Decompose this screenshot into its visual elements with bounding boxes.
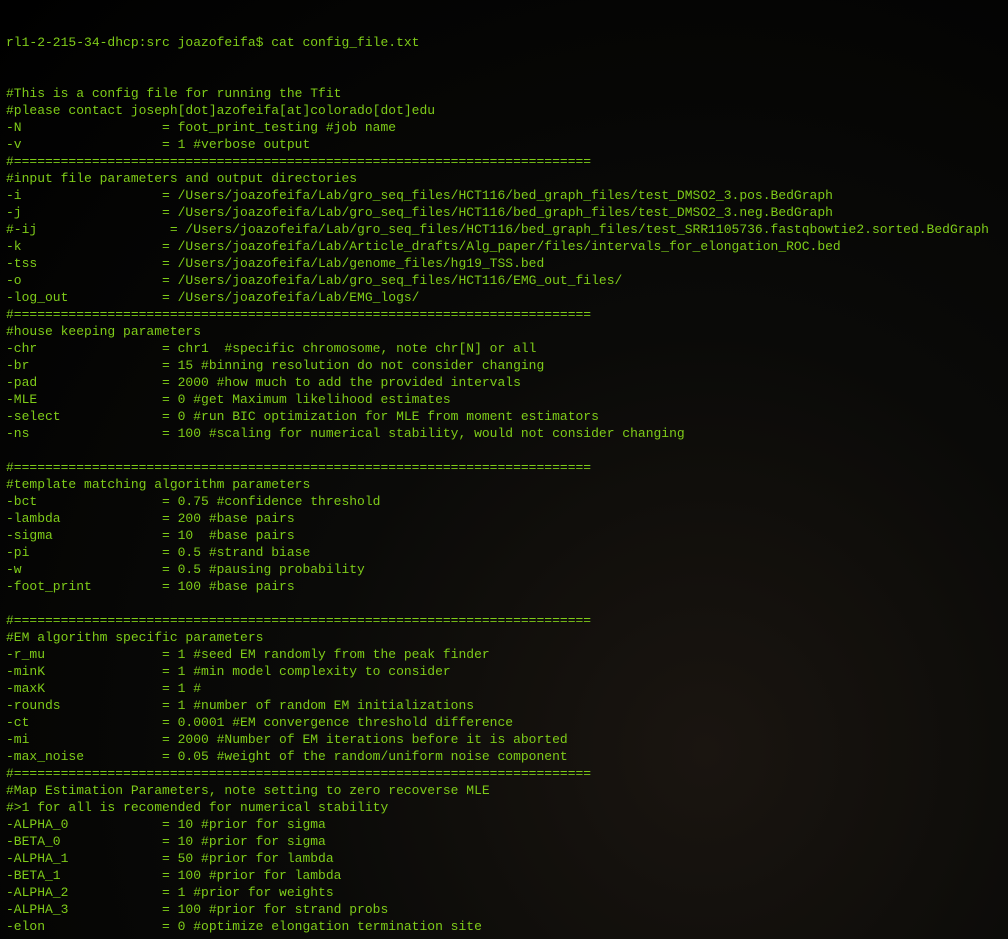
output-line: -rounds = 1 #number of random EM initial… <box>6 697 1002 714</box>
output-line: #=======================================… <box>6 459 1002 476</box>
output-line: -j = /Users/joazofeifa/Lab/gro_seq_files… <box>6 204 1002 221</box>
output-line: #please contact joseph[dot]azofeifa[at]c… <box>6 102 1002 119</box>
output-line: -lambda = 200 #base pairs <box>6 510 1002 527</box>
output-line: -tss = /Users/joazofeifa/Lab/genome_file… <box>6 255 1002 272</box>
output-line: -foot_print = 100 #base pairs <box>6 578 1002 595</box>
output-line: -pad = 2000 #how much to add the provide… <box>6 374 1002 391</box>
output-line: -o = /Users/joazofeifa/Lab/gro_seq_files… <box>6 272 1002 289</box>
output-line: -N = foot_print_testing #job name <box>6 119 1002 136</box>
prompt-text: rl1-2-215-34-dhcp:src joazofeifa$ cat co… <box>6 35 419 50</box>
output-line: -ALPHA_1 = 50 #prior for lambda <box>6 850 1002 867</box>
output-line: #=======================================… <box>6 153 1002 170</box>
output-line: -v = 1 #verbose output <box>6 136 1002 153</box>
file-output: #This is a config file for running the T… <box>6 85 1002 939</box>
output-line: -MLE = 0 #get Maximum likelihood estimat… <box>6 391 1002 408</box>
output-line <box>6 442 1002 459</box>
output-line: -ALPHA_0 = 10 #prior for sigma <box>6 816 1002 833</box>
output-line: -i = /Users/joazofeifa/Lab/gro_seq_files… <box>6 187 1002 204</box>
output-line: -ns = 100 #scaling for numerical stabili… <box>6 425 1002 442</box>
output-line: #=======================================… <box>6 612 1002 629</box>
output-line: -elon = 0 #optimize elongation terminati… <box>6 918 1002 935</box>
output-line <box>6 595 1002 612</box>
output-line: -chr = chr1 #specific chromosome, note c… <box>6 340 1002 357</box>
output-line: -br = 15 #binning resolution do not cons… <box>6 357 1002 374</box>
output-line: -w = 0.5 #pausing probability <box>6 561 1002 578</box>
terminal-window[interactable]: rl1-2-215-34-dhcp:src joazofeifa$ cat co… <box>0 0 1008 939</box>
output-line: #This is a config file for running the T… <box>6 85 1002 102</box>
output-line: -maxK = 1 # <box>6 680 1002 697</box>
output-line <box>6 935 1002 939</box>
output-line: #Map Estimation Parameters, note setting… <box>6 782 1002 799</box>
output-line: -mi = 2000 #Number of EM iterations befo… <box>6 731 1002 748</box>
output-line: #=======================================… <box>6 765 1002 782</box>
output-line: -log_out = /Users/joazofeifa/Lab/EMG_log… <box>6 289 1002 306</box>
output-line: -BETA_1 = 100 #prior for lambda <box>6 867 1002 884</box>
output-line: -ALPHA_2 = 1 #prior for weights <box>6 884 1002 901</box>
output-line: -minK = 1 #min model complexity to consi… <box>6 663 1002 680</box>
output-line: -sigma = 10 #base pairs <box>6 527 1002 544</box>
output-line: -ALPHA_3 = 100 #prior for strand probs <box>6 901 1002 918</box>
output-line: -k = /Users/joazofeifa/Lab/Article_draft… <box>6 238 1002 255</box>
output-line: -ct = 0.0001 #EM convergence threshold d… <box>6 714 1002 731</box>
prompt-line-1: rl1-2-215-34-dhcp:src joazofeifa$ cat co… <box>6 34 1002 51</box>
output-line: #>1 for all is recomended for numerical … <box>6 799 1002 816</box>
output-line: -pi = 0.5 #strand biase <box>6 544 1002 561</box>
output-line: #=======================================… <box>6 306 1002 323</box>
output-line: -bct = 0.75 #confidence threshold <box>6 493 1002 510</box>
output-line: #EM algorithm specific parameters <box>6 629 1002 646</box>
output-line: -select = 0 #run BIC optimization for ML… <box>6 408 1002 425</box>
output-line: #-ij = /Users/joazofeifa/Lab/gro_seq_fil… <box>6 221 1002 238</box>
output-line: -max_noise = 0.05 #weight of the random/… <box>6 748 1002 765</box>
output-line: #input file parameters and output direct… <box>6 170 1002 187</box>
output-line: #house keeping parameters <box>6 323 1002 340</box>
output-line: -BETA_0 = 10 #prior for sigma <box>6 833 1002 850</box>
output-line: -r_mu = 1 #seed EM randomly from the pea… <box>6 646 1002 663</box>
output-line: #template matching algorithm parameters <box>6 476 1002 493</box>
